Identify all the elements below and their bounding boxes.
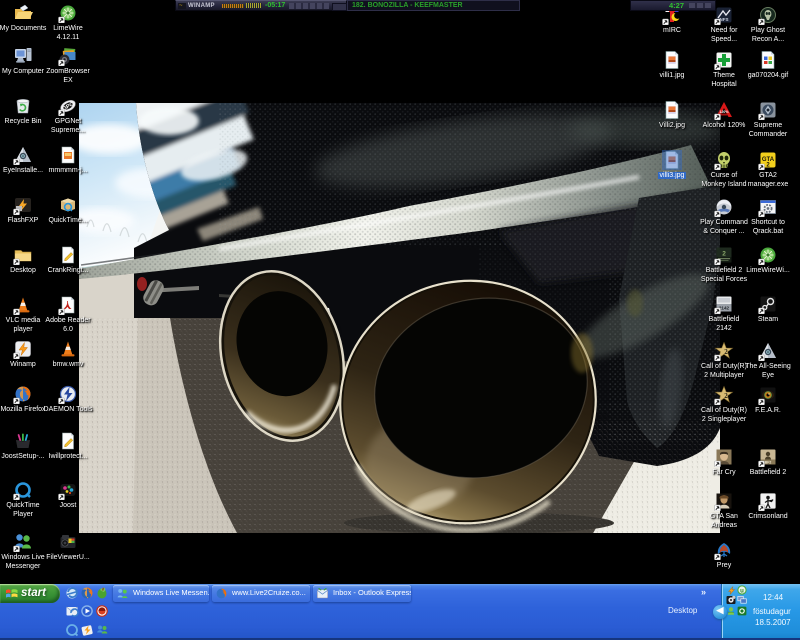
svg-text:2: 2	[722, 251, 726, 258]
svg-text:2: 2	[724, 392, 728, 400]
svg-text:u: u	[740, 589, 744, 595]
svg-text:2: 2	[724, 348, 728, 356]
svg-text:120%: 120%	[719, 110, 729, 114]
svg-text:BF2: BF2	[765, 461, 772, 465]
svg-text:NFS: NFS	[720, 17, 729, 22]
